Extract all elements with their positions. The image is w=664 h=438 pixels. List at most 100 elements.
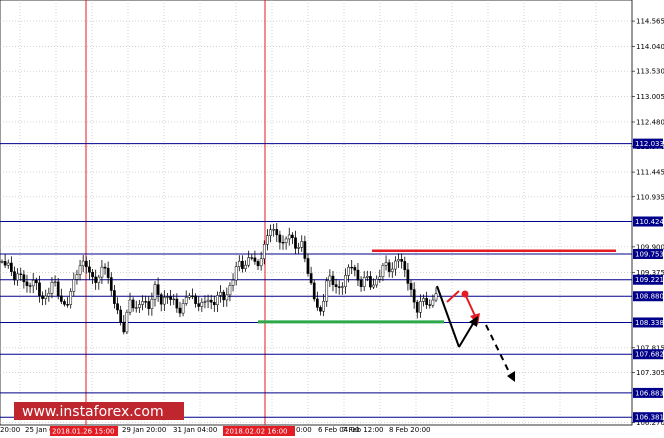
candle-body — [394, 260, 397, 270]
candle-body — [103, 266, 107, 269]
candle-body — [328, 275, 332, 282]
x-tick-label: 31 Jan 04:00 — [173, 426, 217, 434]
x-tick-label: 7 Feb 12:00 — [342, 426, 383, 434]
candle-body — [272, 229, 275, 231]
candle-body — [191, 295, 194, 297]
candle-body — [412, 289, 416, 303]
candle-body — [306, 258, 310, 274]
candle-body — [250, 257, 254, 259]
candle-body — [378, 276, 382, 280]
candle-body — [56, 281, 60, 297]
candle-body — [206, 299, 210, 302]
candle-body — [347, 266, 350, 276]
candle-body — [100, 266, 104, 278]
candle-body — [428, 304, 432, 306]
candle-body — [97, 276, 101, 283]
candle-body — [113, 290, 116, 304]
watermark-text: www.instaforex.com — [22, 404, 164, 420]
candle-body — [147, 301, 151, 309]
candle-body — [94, 276, 98, 283]
candle-body — [197, 303, 201, 307]
x-tick-label: 8 Feb 20:00 — [389, 426, 430, 434]
candle-body — [219, 291, 222, 296]
candle-body — [409, 283, 413, 290]
candle-body — [66, 304, 69, 306]
candle-body — [256, 261, 260, 267]
y-tick-label: 112.480 — [636, 118, 664, 126]
y-tick-label: 110.935 — [636, 193, 664, 201]
level-label: 109.753 — [635, 250, 664, 258]
candle-body — [159, 294, 163, 305]
candle-body — [356, 269, 360, 281]
candle-body — [278, 234, 282, 243]
candle-body — [369, 276, 372, 288]
candle-body — [325, 280, 329, 302]
candle-body — [259, 258, 263, 267]
candle-body — [406, 269, 410, 284]
plot-area — [0, 0, 633, 426]
candle-body — [31, 279, 35, 287]
candle-body — [25, 281, 29, 286]
candle-body — [300, 241, 304, 248]
candle-body — [200, 301, 204, 307]
candle-body — [419, 301, 422, 313]
candle-body — [69, 291, 73, 306]
candle-body — [128, 299, 132, 313]
candle-body — [316, 298, 319, 308]
level-label: 110.424 — [635, 218, 664, 226]
candle-body — [234, 266, 238, 281]
y-tick-label: 113.005 — [636, 93, 664, 101]
candle-body — [262, 244, 266, 260]
candle-body — [287, 234, 291, 240]
candle-body — [216, 295, 219, 306]
candle-body — [125, 311, 129, 333]
candle-body — [13, 271, 16, 281]
candle-body — [284, 238, 288, 243]
x-tick-label: 29 Jan 20:00 — [122, 426, 166, 434]
candle-body — [172, 298, 176, 301]
level-label: 108.338 — [635, 319, 664, 327]
y-tick-label: 111.445 — [636, 169, 664, 177]
candle-body — [16, 273, 19, 281]
candle-body — [309, 273, 313, 284]
x-tick-label-partial: 0:00 — [296, 426, 312, 434]
candle-body — [269, 229, 272, 236]
candle-body — [384, 262, 388, 266]
candle-body — [203, 301, 207, 303]
candle-body — [241, 260, 244, 269]
candle-body — [138, 304, 141, 308]
level-label: 109.221 — [635, 276, 664, 284]
candle-body — [141, 301, 144, 305]
candle-body — [181, 303, 185, 314]
candle-body — [150, 298, 154, 309]
candle-body — [244, 264, 247, 269]
candle-body — [131, 299, 135, 309]
level-label: 108.880 — [635, 293, 664, 301]
candle-body — [340, 286, 344, 288]
candle-body — [365, 276, 369, 278]
candle-body — [19, 273, 23, 275]
candle-body — [178, 307, 182, 314]
candle-body — [88, 266, 91, 273]
candle-body — [397, 259, 400, 262]
candle-body — [387, 262, 391, 272]
x-axis: 20:00 25 Jan 04:00 29 Jan 20:00 31 Jan 04:0… — [0, 426, 430, 436]
y-tick-label: 107.305 — [636, 369, 664, 377]
candle-body — [184, 297, 188, 304]
candle-body — [390, 268, 394, 272]
candle-body — [153, 284, 157, 300]
candle-body — [415, 301, 419, 313]
level-label: 107.682 — [635, 351, 664, 359]
candle-body — [350, 266, 354, 269]
candle-body — [78, 265, 82, 275]
candle-body — [91, 271, 94, 278]
candle-body — [59, 295, 63, 302]
candle-body — [163, 297, 166, 305]
candle-body — [63, 301, 66, 305]
candle-body — [119, 309, 122, 323]
candle-body — [331, 275, 335, 285]
candle-body — [231, 279, 235, 286]
level-label: 106.883 — [635, 389, 664, 397]
candle-body — [134, 307, 138, 309]
candle-body — [194, 295, 197, 304]
